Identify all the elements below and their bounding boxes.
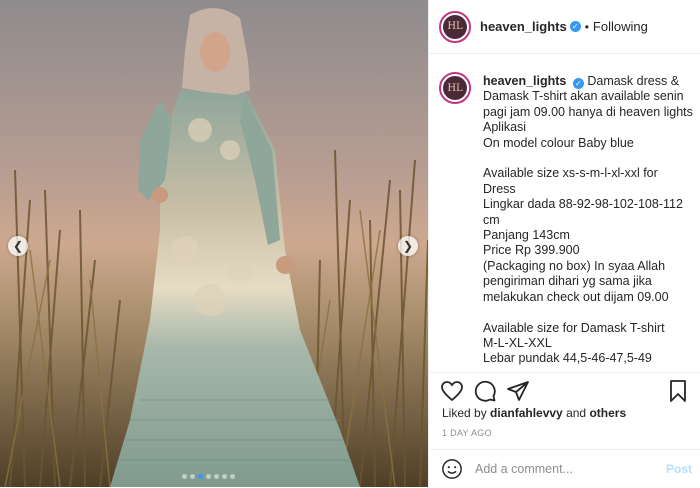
post-button[interactable]: Post (666, 462, 692, 476)
comment-bar: Post (429, 449, 700, 488)
smile-icon[interactable] (441, 458, 463, 480)
separator: • (584, 19, 589, 34)
verified-badge-icon: ✓ (569, 21, 581, 32)
caption-scroll-area[interactable]: HL heaven_lights ✓ Damask dress & Damask… (439, 62, 694, 367)
caption-body: Damask dress & Damask T-shirt akan avail… (483, 74, 693, 367)
caption: heaven_lights ✓ Damask dress & Damask T-… (483, 74, 693, 367)
carousel-dot (222, 474, 227, 479)
post-header: HL heaven_lights ✓ • Following (429, 0, 700, 54)
liked-by-others-link[interactable]: others (589, 406, 626, 420)
paper-plane-icon[interactable] (506, 379, 530, 403)
post-side-panel: HL heaven_lights ✓ • Following HL heaven… (428, 0, 700, 487)
likes-summary: Liked by dianfahlevvy and others (442, 406, 626, 420)
carousel-dot (198, 474, 203, 479)
carousel-dots (182, 474, 235, 479)
carousel-dot (206, 474, 211, 479)
post-date[interactable]: 1 DAY AGO (442, 428, 492, 438)
following-button[interactable]: Following (593, 19, 648, 34)
verified-badge-icon: ✓ (572, 78, 584, 89)
heart-icon[interactable] (440, 379, 464, 403)
comment-icon[interactable] (473, 379, 497, 403)
action-bar (429, 372, 700, 409)
carousel-dot (182, 474, 187, 479)
username-link[interactable]: heaven_lights (480, 19, 567, 34)
carousel-dot (214, 474, 219, 479)
carousel-dot (190, 474, 195, 479)
avatar[interactable]: HL (439, 10, 471, 43)
avatar-monogram: HL (443, 14, 467, 39)
post-photo[interactable]: ❮ ❯ (0, 0, 428, 487)
caption-username-link[interactable]: heaven_lights (483, 74, 566, 88)
caption-avatar-monogram: HL (443, 76, 467, 100)
caption-avatar[interactable]: HL (439, 72, 471, 104)
carousel-dot (230, 474, 235, 479)
liked-by-prefix: Liked by (442, 406, 491, 420)
chevron-left-icon[interactable]: ❮ (8, 236, 28, 256)
chevron-right-icon[interactable]: ❯ (398, 236, 418, 256)
liked-by-suffix: and (562, 406, 590, 420)
photo-illustration (0, 0, 428, 487)
liked-by-user-link[interactable]: dianfahlevvy (490, 406, 563, 420)
bookmark-icon[interactable] (666, 379, 690, 403)
comment-input[interactable] (473, 461, 662, 477)
instagram-post: ❮ ❯ HL heaven_lights ✓ • Following HL he… (0, 0, 700, 487)
